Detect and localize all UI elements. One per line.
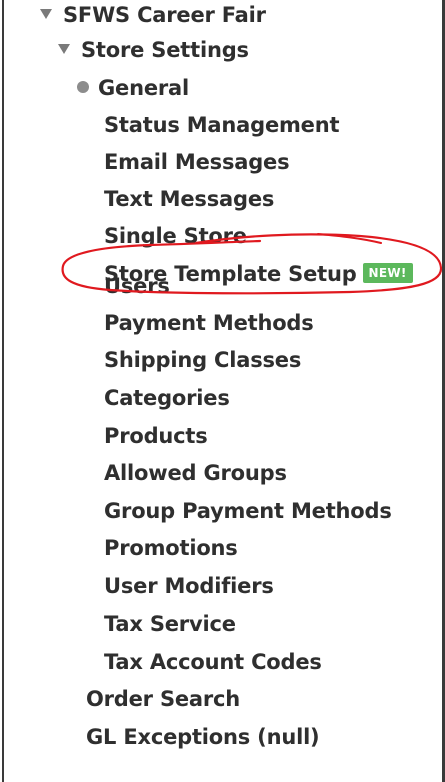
tree-item-label: Users [104, 274, 170, 298]
tree-item-label: Email Messages [104, 150, 290, 174]
tree-item-label: Status Management [104, 113, 340, 137]
tree-item-users[interactable]: Users [104, 268, 170, 304]
tree-item-tax-service[interactable]: Tax Service [104, 606, 236, 642]
tree-item-label: GL Exceptions (null) [86, 725, 320, 749]
annotation-tail [317, 233, 382, 244]
tree-item-sfws-career-fair[interactable]: SFWS Career Fair [40, 0, 266, 33]
tree-item-label: Products [104, 424, 208, 448]
tree-item-label: Single Store [104, 224, 247, 248]
tree-item-products[interactable]: Products [104, 418, 208, 454]
tree-item-label: Categories [104, 386, 230, 410]
tree-item-label: Text Messages [104, 187, 275, 211]
tree-item-single-store[interactable]: Single Store [104, 218, 247, 254]
tree-item-label: Tax Account Codes [104, 650, 322, 674]
tree-item-label: Payment Methods [104, 311, 314, 335]
tree-item-payment-methods[interactable]: Payment Methods [104, 305, 314, 341]
tree-item-status-management[interactable]: Status Management [104, 107, 340, 143]
tree-item-label: SFWS Career Fair [63, 3, 266, 27]
tree-item-general[interactable]: General [77, 70, 189, 106]
tree-item-allowed-groups[interactable]: Allowed Groups [104, 455, 287, 491]
tree-item-user-modifiers[interactable]: User Modifiers [104, 568, 274, 604]
tree-item-email-messages[interactable]: Email Messages [104, 144, 290, 180]
tree-item-label: Promotions [104, 536, 238, 560]
tree-item-group-payment-methods[interactable]: Group Payment Methods [104, 493, 392, 529]
new-badge: NEW! [362, 263, 413, 283]
tree-item-shipping-classes[interactable]: Shipping Classes [104, 342, 301, 378]
tree-item-label: Shipping Classes [104, 348, 302, 372]
nav-tree-panel: SFWS Career Fair Store Settings General … [0, 0, 445, 782]
tree-item-gl-exceptions[interactable]: GL Exceptions (null) [86, 719, 320, 755]
tree-item-label: User Modifiers [104, 574, 274, 598]
tree-item-label: Tax Service [104, 612, 236, 636]
bullet-icon [77, 81, 89, 93]
triangle-down-icon[interactable] [40, 9, 52, 19]
tree-item-label: Store Settings [81, 38, 249, 62]
tree-item-text-messages[interactable]: Text Messages [104, 181, 274, 217]
tree-item-label: Order Search [86, 687, 241, 711]
tree-item-order-search[interactable]: Order Search [86, 681, 240, 717]
tree-item-store-settings[interactable]: Store Settings [58, 32, 249, 68]
tree-item-categories[interactable]: Categories [104, 380, 230, 416]
tree-item-label: General [98, 76, 189, 100]
tree-item-label: Allowed Groups [104, 461, 287, 485]
tree-item-label: Group Payment Methods [104, 499, 392, 523]
panel-left-border [2, 0, 4, 782]
tree-item-promotions[interactable]: Promotions [104, 530, 238, 566]
triangle-down-icon[interactable] [58, 44, 70, 54]
tree-item-tax-account-codes[interactable]: Tax Account Codes [104, 644, 322, 680]
